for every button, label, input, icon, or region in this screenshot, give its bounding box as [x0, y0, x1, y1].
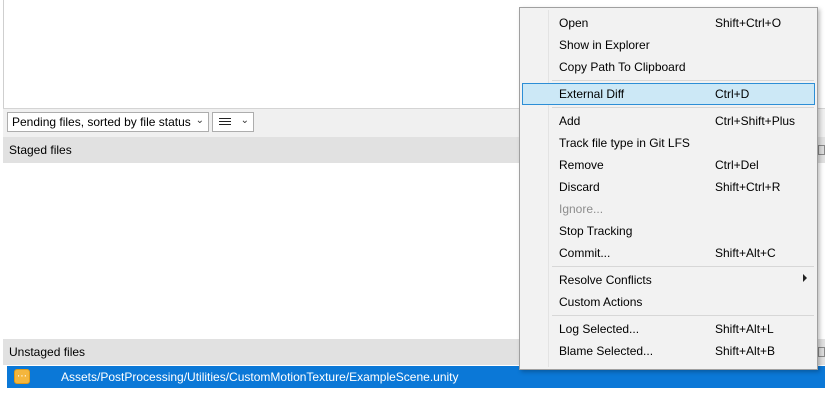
- menu-item-label: Discard: [559, 180, 600, 194]
- menu-item-add[interactable]: Add Ctrl+Shift+Plus: [522, 110, 815, 132]
- menu-item-label: Commit...: [559, 246, 611, 260]
- menu-item-shortcut: Shift+Alt+C: [715, 246, 776, 260]
- menu-item-label: Open: [559, 16, 589, 30]
- menu-item-shortcut: Shift+Alt+B: [715, 344, 776, 358]
- menu-item-commit[interactable]: Commit... Shift+Alt+C: [522, 242, 815, 264]
- menu-item-label: Log Selected...: [559, 322, 640, 336]
- menu-item-blame-selected[interactable]: Blame Selected... Shift+Alt+B: [522, 340, 815, 362]
- menu-item-copy-path[interactable]: Copy Path To Clipboard: [522, 56, 815, 78]
- context-menu: Open Shift+Ctrl+O Show in Explorer Copy …: [519, 7, 818, 370]
- menu-item-label: Ignore...: [559, 202, 604, 216]
- view-mode-dropdown[interactable]: ⌄: [212, 112, 254, 132]
- menu-item-label: Remove: [559, 158, 604, 172]
- list-view-icon: [219, 118, 231, 127]
- menu-item-label: External Diff: [559, 87, 625, 101]
- menu-separator: [552, 266, 814, 267]
- unstaged-panel-button[interactable]: [818, 347, 825, 357]
- menu-separator: [552, 315, 814, 316]
- menu-item-external-diff[interactable]: External Diff Ctrl+D: [522, 83, 815, 105]
- file-path: Assets/PostProcessing/Utilities/CustomMo…: [61, 370, 459, 384]
- chevron-down-icon: ⌄: [195, 115, 204, 126]
- menu-item-label: Add: [559, 114, 581, 128]
- menu-item-label: Custom Actions: [559, 295, 643, 309]
- menu-item-shortcut: Ctrl+D: [715, 87, 750, 101]
- modified-file-icon: ⋯: [14, 369, 30, 384]
- sort-mode-dropdown[interactable]: Pending files, sorted by file status ⌄: [7, 112, 209, 132]
- menu-item-remove[interactable]: Remove Ctrl+Del: [522, 154, 815, 176]
- unstaged-files-title: Unstaged files: [9, 345, 86, 359]
- menu-item-discard[interactable]: Discard Shift+Ctrl+R: [522, 176, 815, 198]
- menu-item-ignore: Ignore...: [522, 198, 815, 220]
- menu-item-shortcut: Shift+Ctrl+O: [715, 16, 782, 30]
- staged-panel-button[interactable]: [818, 145, 825, 155]
- chevron-down-icon: ⌄: [240, 115, 249, 126]
- menu-item-shortcut: Shift+Ctrl+R: [715, 180, 781, 194]
- menu-item-label: Copy Path To Clipboard: [559, 60, 686, 74]
- submenu-arrow-icon: [803, 274, 807, 282]
- menu-item-label: Show in Explorer: [559, 38, 650, 52]
- menu-item-shortcut: Ctrl+Shift+Plus: [715, 114, 796, 128]
- menu-item-label: Resolve Conflicts: [559, 273, 652, 287]
- menu-item-label: Stop Tracking: [559, 224, 633, 238]
- menu-item-label: Blame Selected...: [559, 344, 654, 358]
- menu-item-shortcut: Shift+Alt+L: [715, 322, 774, 336]
- menu-item-label: Track file type in Git LFS: [559, 136, 690, 150]
- sort-mode-label: Pending files, sorted by file status: [12, 115, 191, 129]
- menu-item-show-in-explorer[interactable]: Show in Explorer: [522, 34, 815, 56]
- menu-separator: [552, 107, 814, 108]
- menu-item-shortcut: Ctrl+Del: [715, 158, 759, 172]
- menu-item-custom-actions[interactable]: Custom Actions: [522, 291, 815, 313]
- menu-item-stop-tracking[interactable]: Stop Tracking: [522, 220, 815, 242]
- menu-item-resolve-conflicts[interactable]: Resolve Conflicts: [522, 269, 815, 291]
- staged-files-title: Staged files: [9, 143, 72, 157]
- menu-item-open[interactable]: Open Shift+Ctrl+O: [522, 12, 815, 34]
- menu-separator: [552, 80, 814, 81]
- menu-item-log-selected[interactable]: Log Selected... Shift+Alt+L: [522, 318, 815, 340]
- menu-item-track-lfs[interactable]: Track file type in Git LFS: [522, 132, 815, 154]
